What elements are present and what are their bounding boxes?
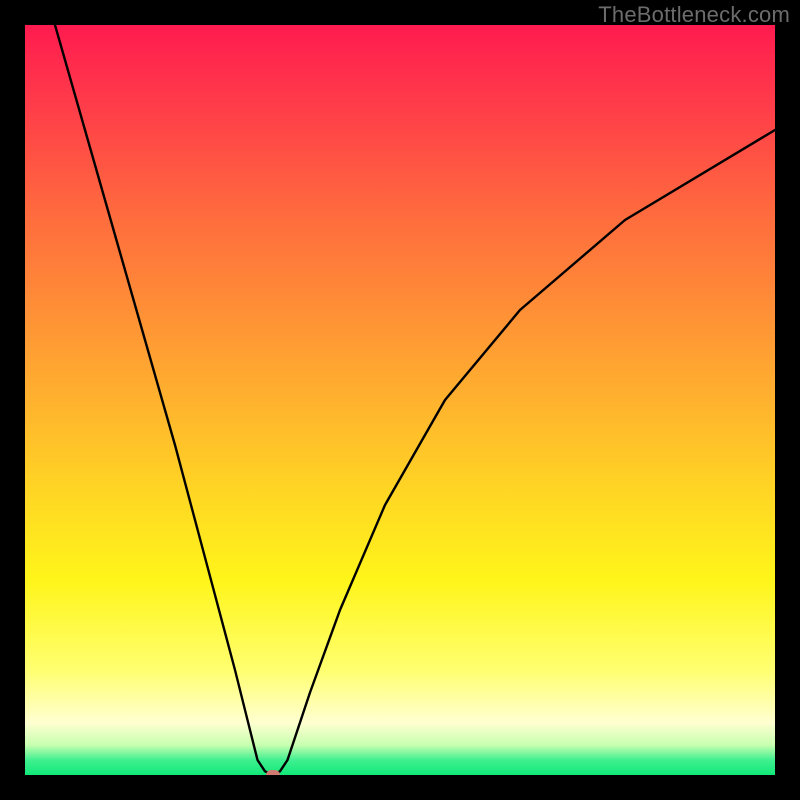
curve-path	[55, 25, 775, 775]
plot-area	[25, 25, 775, 775]
minimum-marker	[266, 770, 280, 775]
chart-frame: TheBottleneck.com	[0, 0, 800, 800]
bottleneck-curve	[25, 25, 775, 775]
